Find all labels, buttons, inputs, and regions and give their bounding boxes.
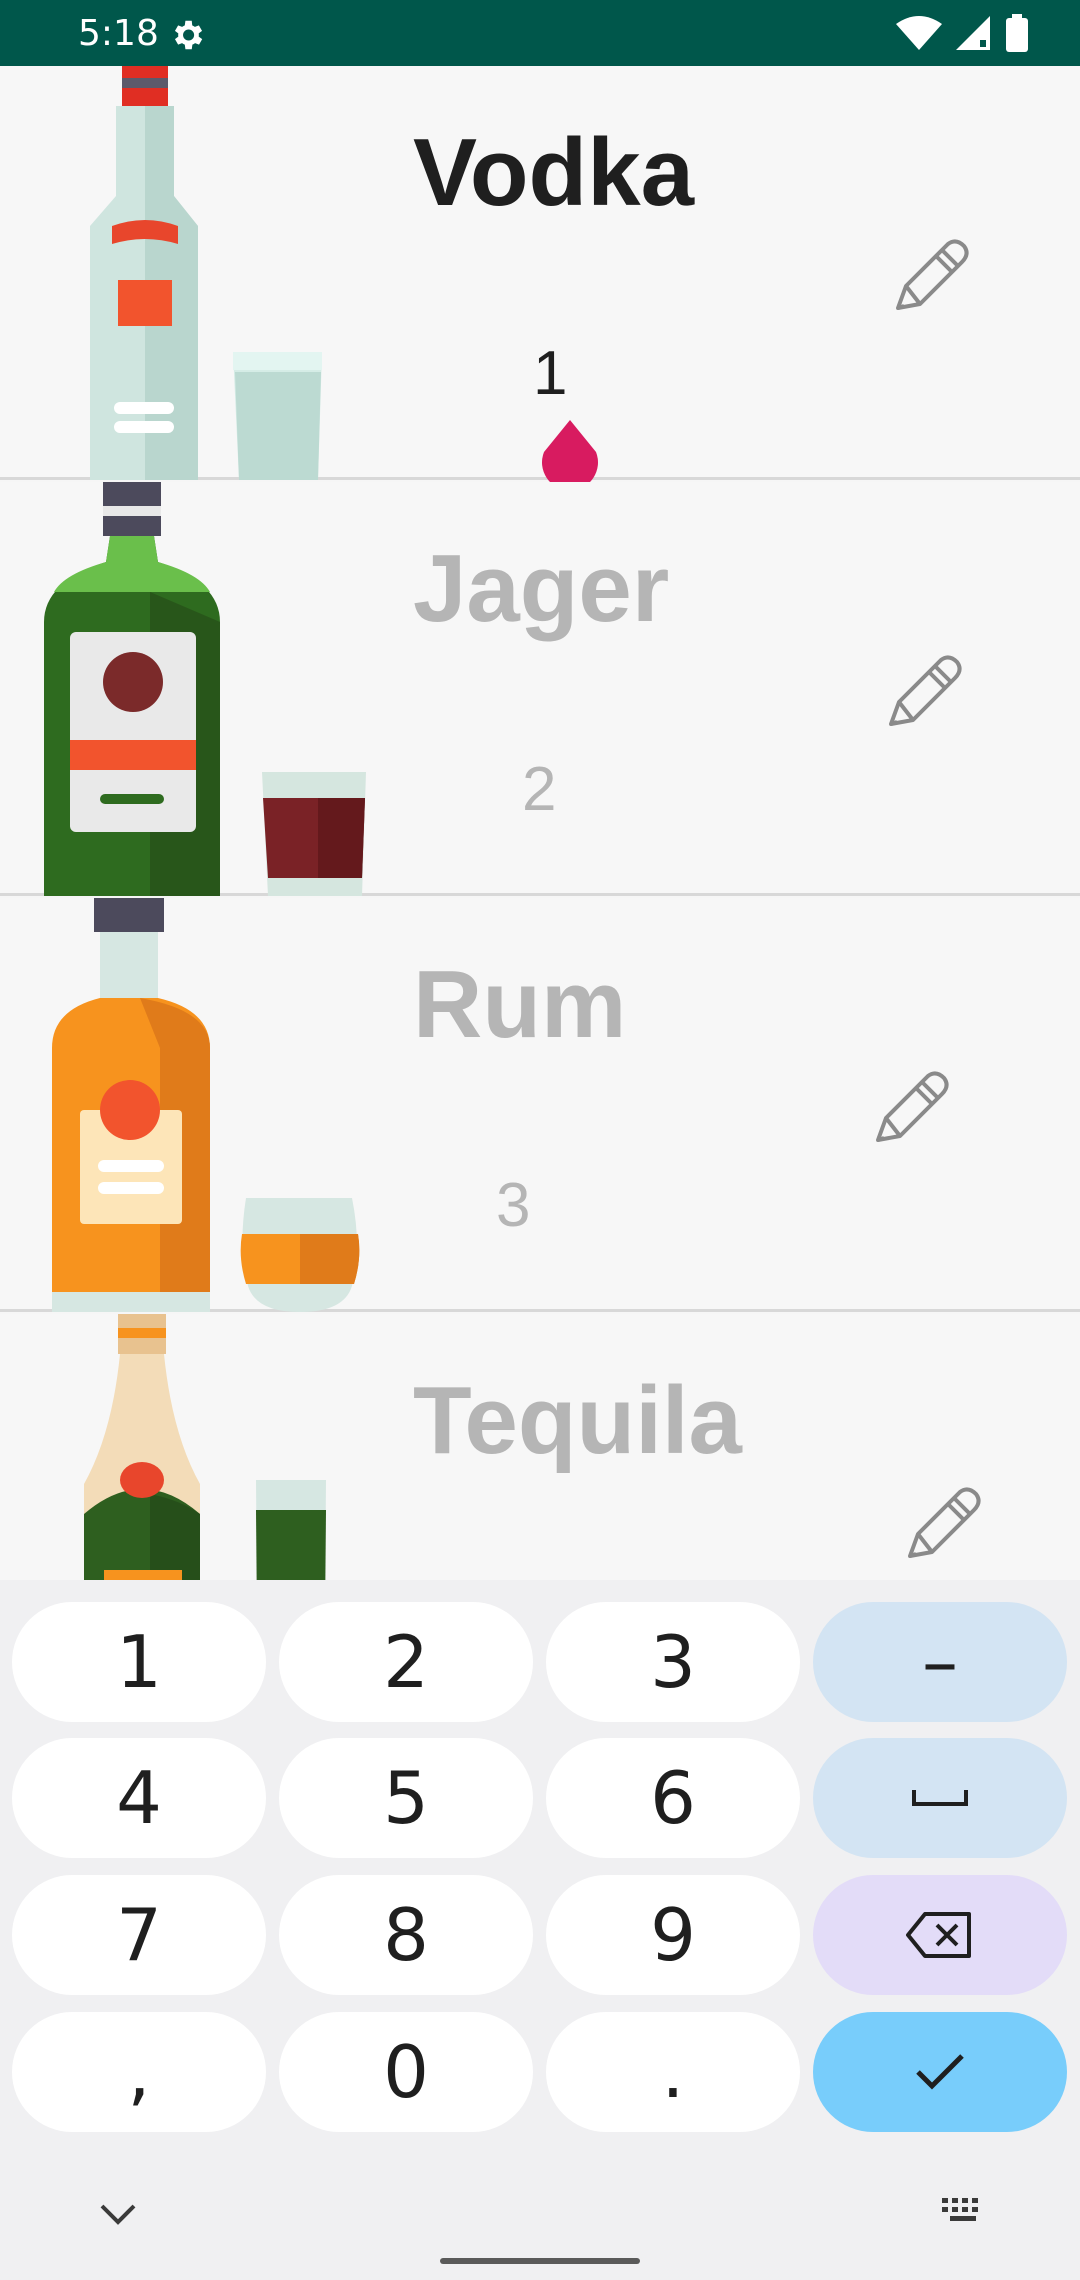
rum-bottle-icon [52,898,360,1312]
battery-icon [1006,18,1028,52]
key-8[interactable]: 8 [279,1875,533,1995]
edit-tequila-button[interactable] [896,1480,986,1570]
key-comma[interactable]: , [12,2012,266,2132]
status-icons [896,14,1028,52]
key-6[interactable]: 6 [546,1738,800,1858]
key-enter[interactable] [813,2012,1067,2132]
status-time: 5:18 [78,13,159,54]
settings-gear-icon [174,20,203,50]
drink-name-vodka: Vodka [413,119,694,226]
shot-glass-icon [256,1480,326,1580]
numeric-keyboard: 1 2 3 – 4 5 6 7 8 9 , 0 . [0,1580,1080,2280]
drink-row-tequila[interactable]: Tequila [0,1314,1080,1580]
key-4[interactable]: 4 [12,1738,266,1858]
home-indicator[interactable] [440,2258,640,2264]
drink-name-jager: Jager [413,535,670,642]
drink-list: Vodka 1 Jager 2 Rum 3 Tequila [0,66,1080,1580]
tumbler-glass-icon [240,1198,360,1312]
key-7[interactable]: 7 [12,1875,266,1995]
drink-row-rum[interactable]: Rum 3 [0,898,1080,1312]
key-backspace[interactable] [813,1875,1067,1995]
jager-bottle-icon [44,482,366,896]
backspace-icon [906,1912,971,1958]
keyboard-icon[interactable] [940,2196,986,2230]
key-minus[interactable]: – [813,1602,1067,1722]
key-3[interactable]: 3 [546,1602,800,1722]
key-5[interactable]: 5 [279,1738,533,1858]
drink-count-vodka[interactable]: 1 [533,338,567,409]
key-period[interactable]: . [546,2012,800,2132]
drink-row-vodka[interactable]: Vodka 1 [0,66,1080,488]
space-bar-icon [912,1790,968,1806]
drink-name-rum: Rum [413,951,627,1058]
edit-jager-button[interactable] [877,648,967,738]
key-1[interactable]: 1 [12,1602,266,1722]
key-2[interactable]: 2 [279,1602,533,1722]
screen: 5:18 Vodka 1 Jager 2 Rum 3 Tequila 1 2 3… [0,0,1080,2280]
key-9[interactable]: 9 [546,1875,800,1995]
status-bar: 5:18 [0,0,1080,66]
shot-glass-icon [233,352,322,480]
edit-vodka-button[interactable] [884,232,974,322]
edit-rum-button[interactable] [864,1064,954,1154]
wifi-icon [896,16,942,50]
key-0[interactable]: 0 [279,2012,533,2132]
drink-count-rum[interactable]: 3 [496,1170,530,1241]
key-space[interactable] [813,1738,1067,1858]
drink-row-jager[interactable]: Jager 2 [0,482,1080,896]
checkmark-icon [916,2054,964,2090]
vodka-bottle-icon [90,66,322,480]
shot-glass-icon [262,772,366,896]
text-cursor-drop-icon[interactable] [540,418,600,488]
drink-count-jager[interactable]: 2 [522,754,556,825]
drink-name-tequila: Tequila [413,1367,742,1474]
tequila-bottle-icon [84,1314,326,1580]
chevron-down-icon[interactable] [96,2200,140,2228]
